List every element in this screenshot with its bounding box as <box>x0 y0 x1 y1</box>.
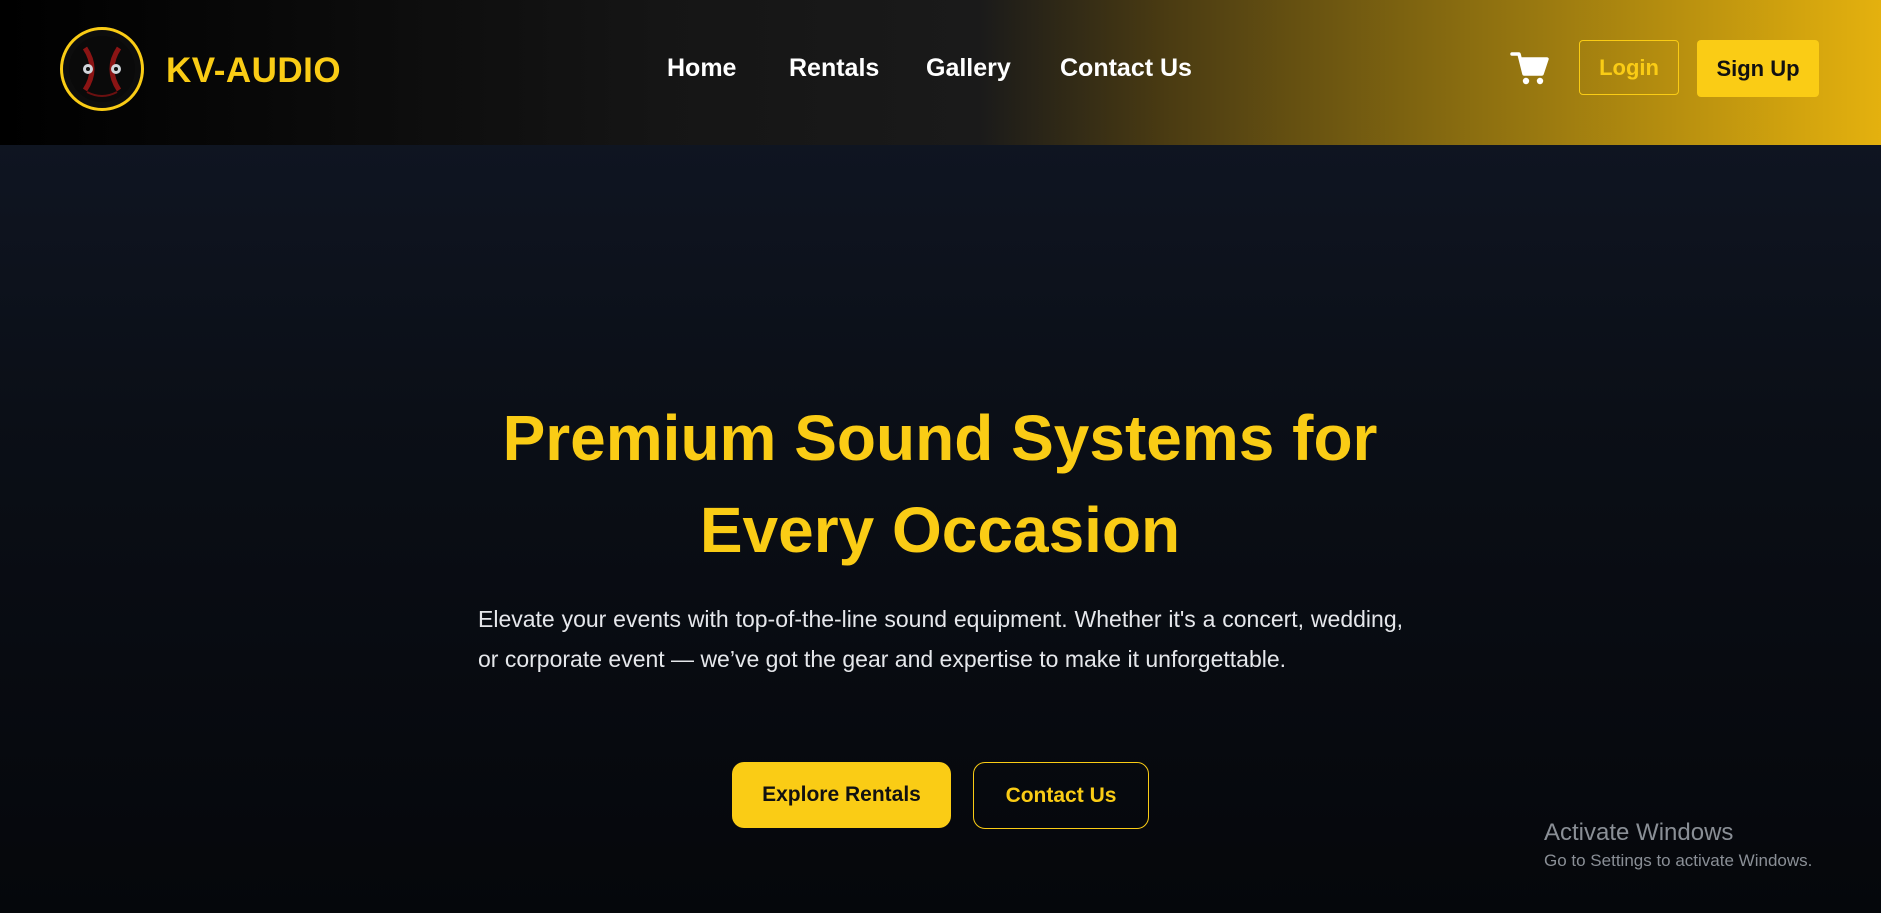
site-header: KV-AUDIO Home Rentals Gallery Contact Us… <box>0 0 1881 145</box>
activate-windows-title: Activate Windows <box>1544 819 1734 846</box>
activate-windows-subtitle: Go to Settings to activate Windows. <box>1544 851 1813 870</box>
brand-name[interactable]: KV-AUDIO <box>166 50 341 92</box>
signup-button[interactable]: Sign Up <box>1697 40 1819 97</box>
hero-description: Elevate your events with top-of-the-line… <box>478 606 1403 672</box>
nav-item-contact-us[interactable]: Contact Us <box>1060 52 1192 84</box>
hero-title-line-1: Premium Sound Systems for <box>502 402 1378 474</box>
hero-title: Premium Sound Systems for Every Occasion <box>440 392 1440 576</box>
explore-rentals-button[interactable]: Explore Rentals <box>732 762 951 828</box>
login-button[interactable]: Login <box>1579 40 1679 95</box>
contact-us-button[interactable]: Contact Us <box>973 762 1149 829</box>
nav-item-rentals[interactable]: Rentals <box>789 52 879 84</box>
nav-item-gallery[interactable]: Gallery <box>926 52 1011 84</box>
nav-item-home[interactable]: Home <box>667 52 736 84</box>
speaker-logo-icon[interactable] <box>60 27 144 111</box>
hero-title-line-2: Every Occasion <box>699 494 1181 566</box>
shopping-cart-icon[interactable] <box>1510 50 1550 91</box>
